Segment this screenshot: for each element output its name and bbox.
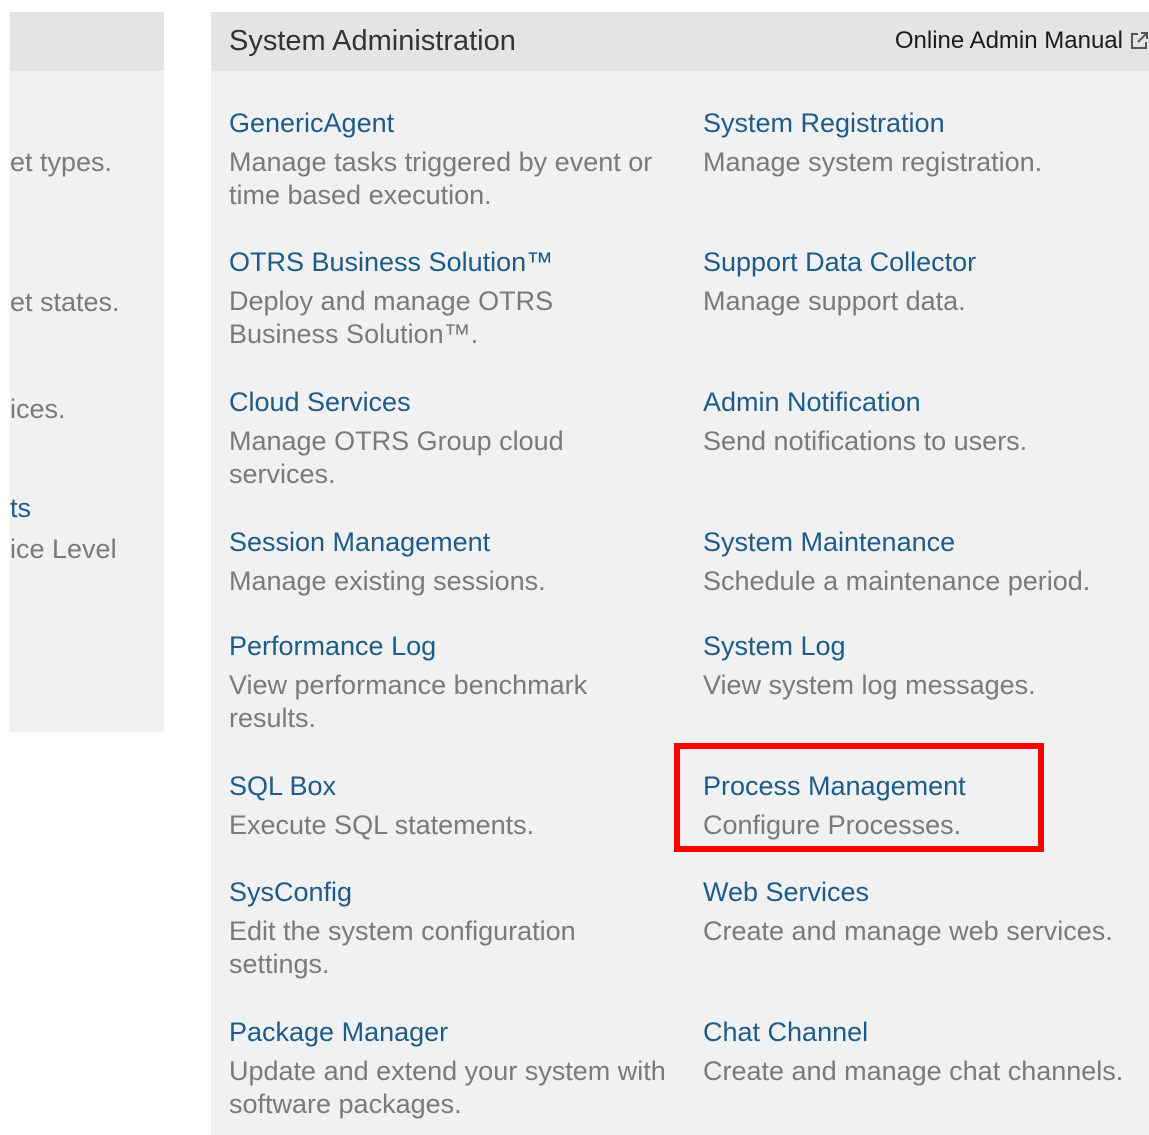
admin-item-sql-box: SQL Box Execute SQL statements. bbox=[229, 769, 669, 842]
left-panel-text: ice Level bbox=[10, 534, 117, 564]
external-link-icon bbox=[1131, 32, 1148, 49]
admin-item-description: View system log messages. bbox=[703, 670, 1036, 700]
admin-item-description: Create and manage web services. bbox=[703, 916, 1113, 946]
admin-item-link[interactable]: SQL Box bbox=[229, 769, 669, 803]
admin-item-link[interactable]: System Log bbox=[703, 629, 1143, 663]
admin-item-description: Configure Processes. bbox=[703, 810, 962, 840]
admin-item-description: Manage system registration. bbox=[703, 147, 1043, 177]
admin-item-description: Edit the system configuration settings. bbox=[229, 916, 576, 979]
admin-item-description: Create and manage chat channels. bbox=[703, 1056, 1124, 1086]
admin-item-sysconfig: SysConfig Edit the system configuration … bbox=[229, 875, 669, 981]
admin-item-description: Update and extend your system with softw… bbox=[229, 1056, 666, 1119]
admin-item-link[interactable]: OTRS Business Solution™ bbox=[229, 245, 669, 279]
admin-item-link[interactable]: Support Data Collector bbox=[703, 245, 1143, 279]
admin-item-session-management: Session Management Manage existing sessi… bbox=[229, 525, 669, 598]
left-admin-panel: et types. et states. ices. ts ice Level bbox=[10, 12, 164, 732]
admin-item-system-registration: System Registration Manage system regist… bbox=[703, 106, 1143, 179]
admin-item-link[interactable]: System Registration bbox=[703, 106, 1143, 140]
admin-item-web-services: Web Services Create and manage web servi… bbox=[703, 875, 1143, 948]
system-administration-panel: System Administration Online Admin Manua… bbox=[211, 12, 1149, 1135]
admin-item-description: Deploy and manage OTRS Business Solution… bbox=[229, 286, 554, 349]
admin-item-link[interactable]: Chat Channel bbox=[703, 1015, 1143, 1049]
admin-item-package-manager: Package Manager Update and extend your s… bbox=[229, 1015, 669, 1121]
left-panel-text: ices. bbox=[10, 394, 66, 424]
admin-item-link[interactable]: Web Services bbox=[703, 875, 1143, 909]
admin-item-support-data-collector: Support Data Collector Manage support da… bbox=[703, 245, 1143, 318]
admin-item-description: Send notifications to users. bbox=[703, 426, 1028, 456]
admin-item-link[interactable]: SysConfig bbox=[229, 875, 669, 909]
admin-item-admin-notification: Admin Notification Send notifications to… bbox=[703, 385, 1143, 458]
left-panel-text: et states. bbox=[10, 287, 120, 317]
admin-item-cloud-services: Cloud Services Manage OTRS Group cloud s… bbox=[229, 385, 669, 491]
admin-item-link[interactable]: Performance Log bbox=[229, 629, 669, 663]
admin-item-system-log: System Log View system log messages. bbox=[703, 629, 1143, 702]
manual-link-label: Online Admin Manual bbox=[894, 27, 1123, 54]
panel-header: System Administration Online Admin Manua… bbox=[211, 12, 1149, 71]
admin-item-description: View performance benchmark results. bbox=[229, 670, 588, 733]
admin-item-performance-log: Performance Log View performance benchma… bbox=[229, 629, 669, 735]
admin-item-link[interactable]: Admin Notification bbox=[703, 385, 1143, 419]
admin-item-otrs-business-solution: OTRS Business Solution™ Deploy and manag… bbox=[229, 245, 669, 351]
admin-item-description: Execute SQL statements. bbox=[229, 810, 535, 840]
admin-item-link[interactable]: Package Manager bbox=[229, 1015, 669, 1049]
left-panel-header bbox=[10, 12, 164, 71]
panel-title: System Administration bbox=[229, 25, 516, 57]
admin-item-description: Manage support data. bbox=[703, 286, 966, 316]
admin-item-description: Manage tasks triggered by event or time … bbox=[229, 147, 653, 210]
page: et types. et states. ices. ts ice Level … bbox=[0, 0, 1149, 1135]
left-panel-text: et types. bbox=[10, 147, 113, 177]
left-panel-link[interactable]: ts bbox=[10, 492, 31, 524]
admin-item-genericagent: GenericAgent Manage tasks triggered by e… bbox=[229, 106, 669, 212]
admin-item-description: Manage OTRS Group cloud services. bbox=[229, 426, 564, 489]
admin-item-description: Manage existing sessions. bbox=[229, 566, 546, 596]
admin-item-link[interactable]: Cloud Services bbox=[229, 385, 669, 419]
admin-item-system-maintenance: System Maintenance Schedule a maintenanc… bbox=[703, 525, 1143, 598]
admin-item-link[interactable]: Process Management bbox=[703, 769, 1143, 803]
admin-item-description: Schedule a maintenance period. bbox=[703, 566, 1091, 596]
admin-item-link[interactable]: System Maintenance bbox=[703, 525, 1143, 559]
admin-item-link[interactable]: Session Management bbox=[229, 525, 669, 559]
admin-item-chat-channel: Chat Channel Create and manage chat chan… bbox=[703, 1015, 1143, 1088]
admin-item-process-management: Process Management Configure Processes. bbox=[703, 769, 1143, 842]
online-admin-manual-link[interactable]: Online Admin Manual bbox=[895, 26, 1149, 56]
admin-item-link[interactable]: GenericAgent bbox=[229, 106, 669, 140]
